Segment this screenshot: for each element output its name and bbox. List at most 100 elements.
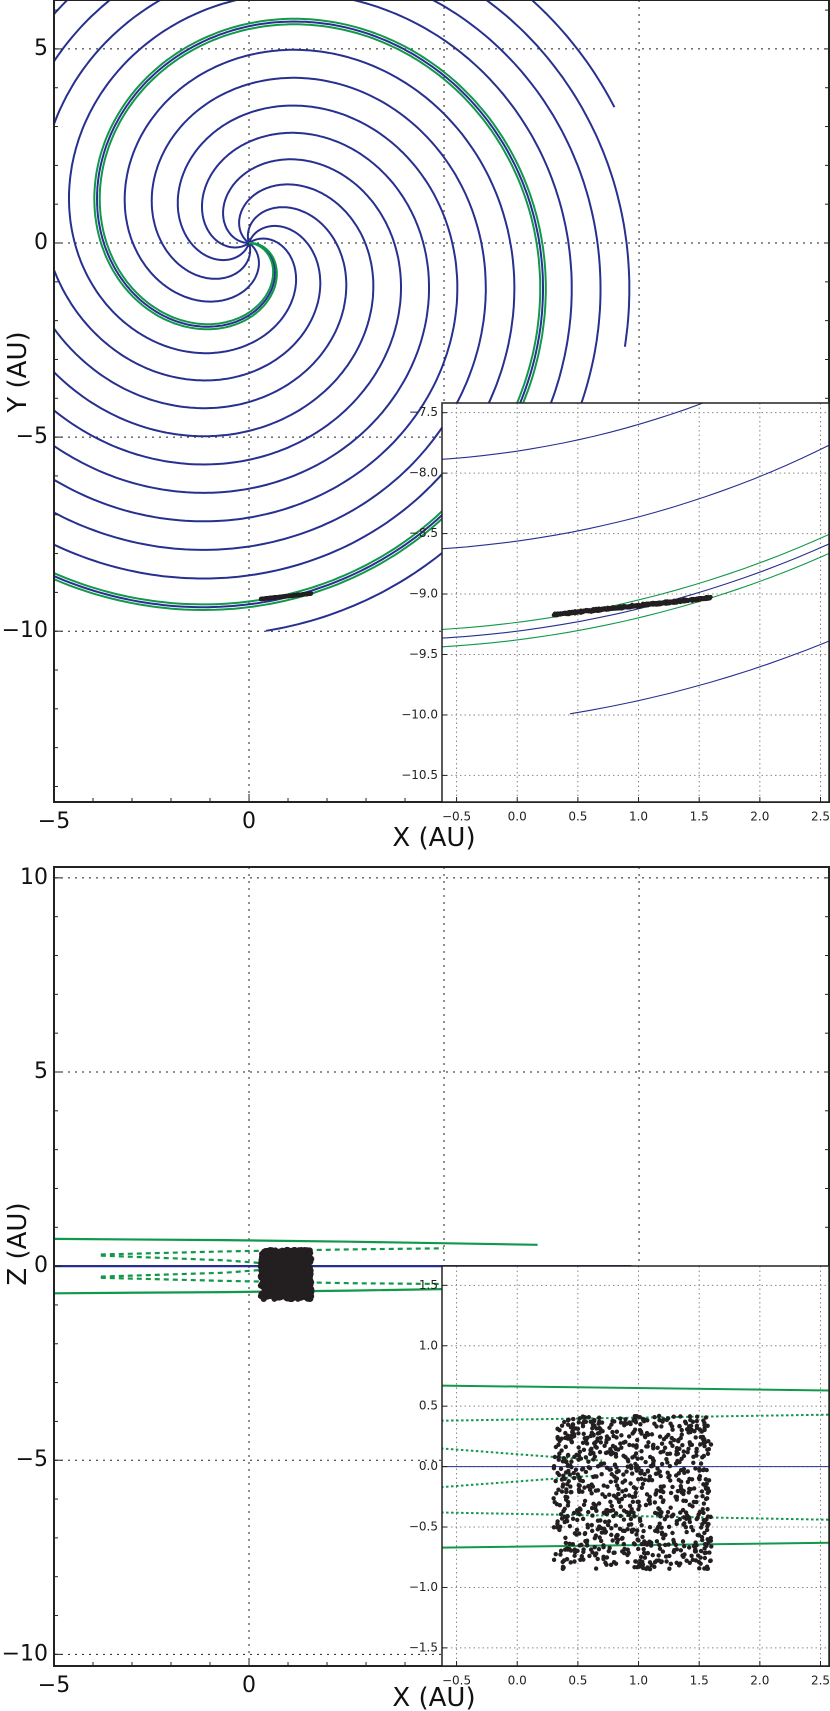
particle-point [700, 1507, 705, 1512]
y-tick-label: 5 [34, 36, 48, 61]
particle-point [572, 1547, 577, 1552]
particle-point [591, 1418, 597, 1424]
particle-point [640, 1481, 646, 1487]
particle-point [580, 1414, 586, 1419]
particle-point [652, 1500, 658, 1505]
particle-point [297, 592, 302, 597]
particle-point [642, 1433, 648, 1439]
particle-point [705, 1523, 710, 1529]
particle-point [696, 1559, 702, 1565]
particle-point [683, 1524, 689, 1530]
y-tick-label: −10 [2, 618, 48, 643]
particle-point [660, 1549, 666, 1554]
particle-point [596, 1501, 602, 1506]
particle-point [670, 1443, 675, 1449]
particle-point [583, 1538, 588, 1544]
particle-point [690, 1504, 695, 1509]
particle-point [307, 1250, 314, 1257]
particle-point [701, 1510, 706, 1516]
particle-point [641, 1546, 646, 1552]
particle-point [629, 1471, 635, 1476]
particle-point [671, 1414, 676, 1419]
particle-point [645, 1550, 651, 1556]
particle-point [706, 1446, 712, 1452]
particle-point [698, 1442, 703, 1447]
particle-point [655, 1445, 660, 1451]
x-tick-label: 2.0 [750, 810, 769, 824]
particle-point [565, 1452, 571, 1458]
particle-point [688, 1487, 693, 1492]
particle-point [701, 1482, 706, 1487]
particle-point [646, 1477, 651, 1483]
particle-point [687, 1414, 693, 1419]
particle-point [563, 1430, 568, 1436]
particle-point [621, 1472, 626, 1477]
particle-point [610, 1507, 616, 1513]
particle-point [580, 1440, 586, 1446]
particle-point [560, 1559, 565, 1565]
figure: −5 0 5 0 −5 −10 −0.5 0.0 0.5 1.0 1.5 2.0 2.5 −7.5 −8.… [2, 0, 830, 1711]
particle-point [688, 1442, 693, 1448]
particle-point [676, 1471, 681, 1476]
particle-point [628, 1516, 634, 1522]
particle-point [659, 1559, 664, 1564]
particle-point [553, 1551, 558, 1557]
particle-point [659, 1461, 665, 1467]
particle-point [618, 1504, 623, 1509]
particle-point [607, 1467, 612, 1472]
particle-point [682, 1521, 687, 1526]
particle-point [577, 1483, 582, 1488]
particle-point [580, 1516, 586, 1522]
particle-point [615, 1491, 621, 1497]
particle-point [635, 1437, 640, 1443]
particle-point [605, 1508, 610, 1513]
particle-point [576, 1487, 582, 1492]
particle-point [576, 1511, 581, 1516]
y-tick-label: −9.0 [409, 587, 438, 601]
particle-point [581, 1547, 586, 1552]
particle-point [585, 1525, 591, 1530]
y-tick-label: 0 [34, 1253, 48, 1278]
particle-point [569, 1438, 574, 1444]
particle-point [287, 1253, 294, 1260]
particle-point [647, 1524, 653, 1530]
y-tick-label: 0.0 [419, 1459, 438, 1473]
particle-point [693, 1466, 698, 1471]
particle-point [681, 598, 687, 603]
particle-point [568, 1463, 573, 1468]
xy-x-axis-title: X (AU) [392, 823, 475, 853]
particle-point [582, 1485, 587, 1490]
particle-point [683, 1498, 689, 1504]
particle-point [647, 1566, 653, 1572]
particle-point [694, 1449, 699, 1455]
particle-point [562, 1419, 567, 1425]
particle-point [572, 1531, 578, 1536]
particle-point [693, 1540, 698, 1545]
particle-point [594, 1445, 599, 1450]
particle-point [297, 1262, 304, 1269]
particle-point [640, 1559, 645, 1564]
particle-point [562, 610, 567, 616]
particle-point [685, 1479, 691, 1485]
particle-point [287, 593, 292, 598]
particle-point [639, 1523, 644, 1528]
particle-point [561, 1508, 566, 1514]
particle-point [609, 1422, 614, 1427]
particle-point [641, 1528, 646, 1534]
x-tick-label: 0 [242, 809, 256, 834]
particle-point [583, 1469, 589, 1475]
particle-point [635, 1528, 640, 1533]
particle-point [593, 1566, 599, 1571]
particle-point [662, 1445, 668, 1450]
particle-point [566, 1546, 572, 1551]
particle-point [614, 1465, 619, 1470]
particle-point [678, 1414, 683, 1419]
particle-point [609, 1532, 614, 1538]
particle-point [642, 1555, 648, 1560]
particle-point [645, 1469, 651, 1474]
particle-point [625, 1559, 630, 1565]
particle-point [674, 1560, 679, 1565]
particle-point [572, 1553, 577, 1558]
particle-point [686, 1545, 692, 1550]
particle-point [665, 1509, 671, 1515]
